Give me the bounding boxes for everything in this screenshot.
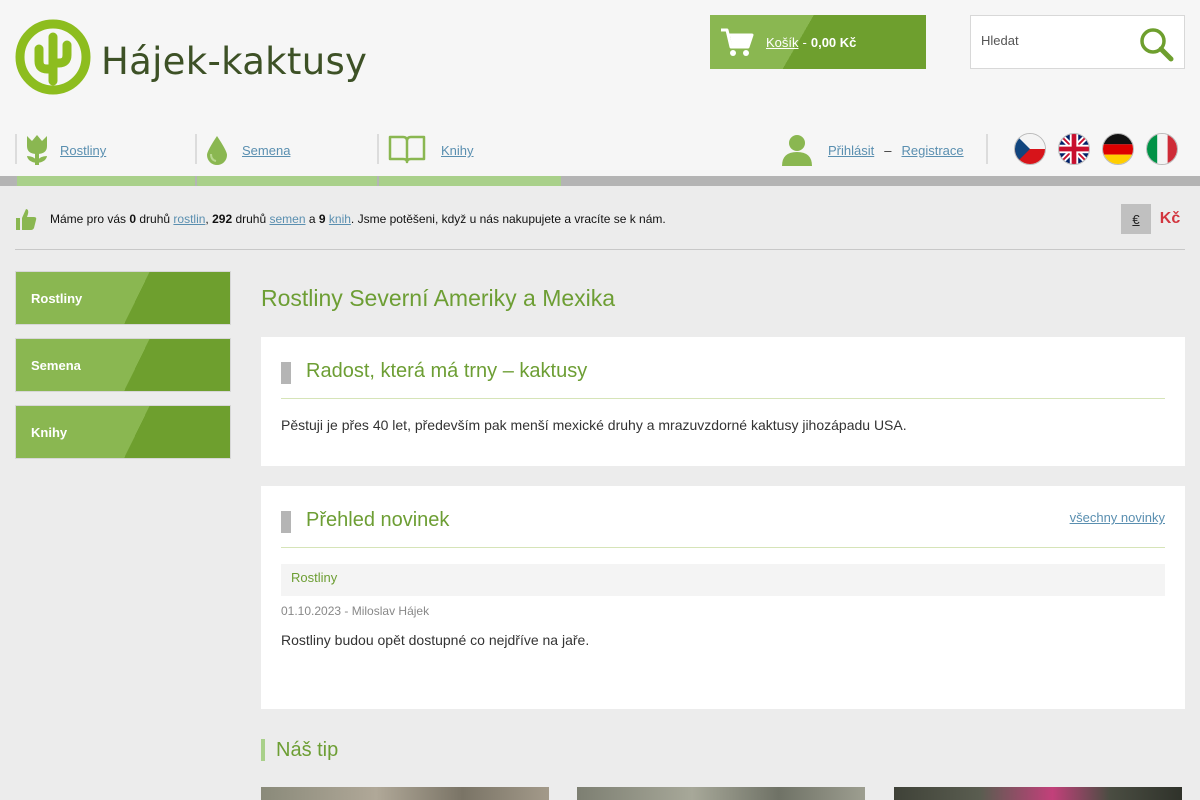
header-divider <box>986 134 988 164</box>
tulip-icon <box>27 135 47 165</box>
heading-marker <box>281 362 291 384</box>
intro-heading-row: Radost, která má trny – kaktusy <box>281 360 1165 399</box>
all-news-link[interactable]: všechny novinky <box>1070 510 1165 525</box>
de-flag-icon[interactable] <box>1102 133 1134 165</box>
info-text-part: druhů <box>232 212 270 226</box>
nav-item-rostliny[interactable]: Rostliny <box>15 132 195 182</box>
info-bar: Máme pro vás 0 druhů rostlin, 292 druhů … <box>15 204 1185 250</box>
info-text-part: a <box>305 212 319 226</box>
register-link[interactable]: Registrace <box>901 143 963 158</box>
info-text: Máme pro vás 0 druhů rostlin, 292 druhů … <box>50 212 666 226</box>
nav-label-rostliny[interactable]: Rostliny <box>60 143 106 158</box>
it-flag-icon[interactable] <box>1146 133 1178 165</box>
nav-divider <box>377 134 379 164</box>
search-icon[interactable] <box>1138 26 1174 62</box>
sidebar-item-knihy[interactable]: Knihy <box>15 405 231 459</box>
site-logo[interactable]: Hájek-kaktusy <box>15 19 367 95</box>
logo-text: Hájek-kaktusy <box>101 39 368 83</box>
seeds-link[interactable]: semen <box>269 212 305 226</box>
intro-heading: Radost, která má trny – kaktusy <box>306 360 588 382</box>
news-heading-row: Přehled novinek všechny novinky <box>281 509 1165 548</box>
tip-heading: Náš tip <box>261 739 338 761</box>
nav-divider <box>15 134 17 164</box>
cart-total: 0,00 Kč <box>810 34 857 50</box>
news-box: Přehled novinek všechny novinky Rostliny… <box>261 486 1185 709</box>
nav-strip-active <box>17 176 195 186</box>
cz-flag-icon[interactable] <box>1014 133 1046 165</box>
cart-separator: - <box>802 34 807 50</box>
user-icon <box>782 135 812 166</box>
cart-link[interactable]: Košík <box>766 35 799 50</box>
search-box <box>970 15 1185 69</box>
news-category: Rostliny <box>281 564 1165 596</box>
sidebar-item-semena[interactable]: Semena <box>15 338 231 392</box>
currency-eur-label: € <box>1132 211 1140 227</box>
search-input[interactable] <box>981 33 1131 48</box>
cart-icon <box>721 28 754 56</box>
info-text-part: druhů <box>136 212 174 226</box>
currency-eur-button[interactable]: € <box>1121 204 1151 234</box>
intro-text: Pěstuji je přes 40 let, především pak me… <box>281 417 907 433</box>
news-text: Rostliny budou opět dostupné co nejdříve… <box>281 632 590 648</box>
login-link[interactable]: Přihlásit <box>828 143 874 158</box>
nav-strip-active <box>379 176 561 186</box>
tip-product-image[interactable] <box>894 787 1182 800</box>
intro-box: Radost, která má trny – kaktusy Pěstuji … <box>261 337 1185 466</box>
news-meta: 01.10.2023 - Miloslav Hájek <box>281 604 430 618</box>
nav-strip-active <box>197 176 377 186</box>
language-switcher <box>1014 133 1178 165</box>
nav-label-semena[interactable]: Semena <box>242 143 290 158</box>
thumbs-up-icon <box>16 209 37 230</box>
book-icon <box>388 135 426 164</box>
cactus-logo-icon <box>15 19 91 95</box>
nav-item-semena[interactable]: Semena <box>195 132 377 182</box>
info-text-part: . Jsme potěšeni, když u nás nakupujete a… <box>350 212 666 226</box>
books-count: 9 <box>318 212 326 226</box>
plants-link[interactable]: rostlin <box>173 212 205 226</box>
news-heading: Přehled novinek <box>306 509 450 531</box>
tip-product-image[interactable] <box>577 787 865 800</box>
page-title: Rostliny Severní Ameriky a Mexika <box>261 285 616 311</box>
sidebar-item-label: Rostliny <box>31 290 83 306</box>
nav-item-knihy[interactable]: Knihy <box>377 132 561 182</box>
nav-strip <box>0 176 1200 186</box>
nav-label-knihy[interactable]: Knihy <box>441 143 474 158</box>
seed-drop-icon <box>207 136 227 165</box>
currency-czk-button[interactable]: Kč <box>1155 204 1185 234</box>
nav-divider <box>195 134 197 164</box>
seeds-count: 292 <box>212 212 233 226</box>
user-dash: – <box>884 142 892 158</box>
sidebar-item-label: Knihy <box>31 424 68 440</box>
sidebar-item-label: Semena <box>31 357 81 373</box>
cart-button[interactable]: Košík - 0,00 Kč <box>710 15 926 69</box>
info-text-part: Máme pro vás <box>50 212 130 226</box>
sidebar-item-rostliny[interactable]: Rostliny <box>15 271 231 325</box>
books-link[interactable]: knih <box>329 212 351 226</box>
currency-czk-label: Kč <box>1159 210 1181 227</box>
heading-marker <box>281 511 291 533</box>
tip-product-image[interactable] <box>261 787 549 800</box>
gb-flag-icon[interactable] <box>1058 133 1090 165</box>
user-menu: Přihlásit – Registrace <box>780 133 964 167</box>
